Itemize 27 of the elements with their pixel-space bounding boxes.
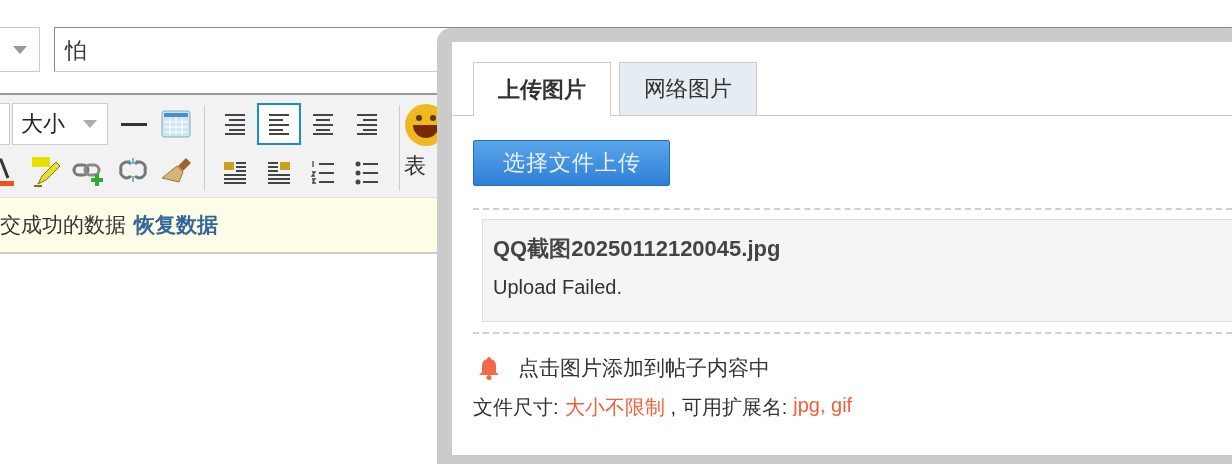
notice-text: 交成功的数据 [0,212,126,238]
tab[interactable]: 网络图片 [619,62,757,115]
table-icon[interactable] [160,108,192,140]
extension-label: , 可用扩展名: [670,395,788,420]
align-justify-icon[interactable] [222,111,248,137]
size-label: 文件尺寸: [473,395,559,420]
caret-icon [83,120,97,128]
bell-icon [478,356,500,380]
restore-link[interactable]: 恢复数据 [134,211,218,239]
file-name: QQ截图20250112120045.jpg [493,235,782,263]
hint-text: 点击图片添加到帖子内容中 [518,355,770,381]
emoji-label[interactable]: 表 [404,151,426,181]
align-center-icon[interactable] [310,111,336,137]
caret-icon [12,45,27,54]
extension-value: jpg, gif [793,394,853,418]
size-dropdown[interactable]: 大小 [12,103,108,145]
numbered-list-icon[interactable] [310,159,336,185]
image-left-icon[interactable] [222,159,248,185]
upload-status: Upload Failed. [493,276,623,299]
bullet-list-icon[interactable] [354,159,380,185]
image-right-icon[interactable] [266,159,292,185]
select-field[interactable] [0,27,40,72]
tab[interactable]: 上传图片 [473,62,611,116]
align-right-icon[interactable] [354,111,380,137]
align-left-icon[interactable] [266,111,292,137]
size-value: 大小不限制 [564,395,665,420]
font-color-icon[interactable] [0,156,16,188]
